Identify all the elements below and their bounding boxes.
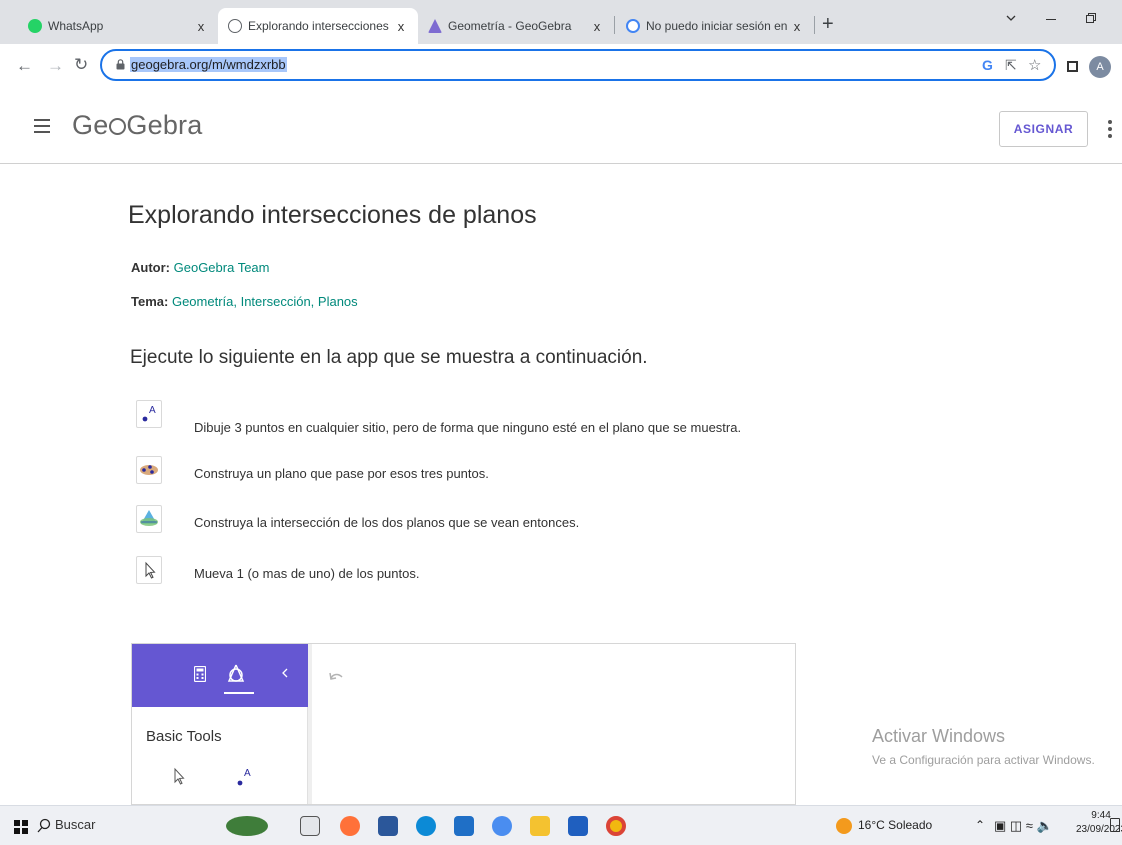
tab-separator <box>614 16 615 34</box>
geometry-tools-icon[interactable] <box>226 664 246 682</box>
move-tool-icon <box>136 556 162 584</box>
calculator-icon[interactable] <box>194 666 206 682</box>
browser-tab-strip: WhatsApp x Explorando intersecciones de … <box>0 0 1122 44</box>
instructions-heading: Ejecute lo siguiente en la app que se mu… <box>130 347 648 368</box>
tab-title: No puedo iniciar sesión en su cuenta <box>646 19 788 33</box>
logo-flower-icon <box>108 118 126 135</box>
geogebra-header: Ge Gebra ASIGNAR <box>0 92 1122 164</box>
weather-text[interactable]: 16°C Soleado <box>858 818 932 832</box>
tray-chevron-icon[interactable]: ⌃ <box>975 818 985 832</box>
whatsapp-icon <box>28 19 42 33</box>
author-label: Autor: <box>131 260 170 275</box>
page-title: Explorando intersecciones de planos <box>128 201 537 229</box>
widgets-icon[interactable] <box>226 816 268 836</box>
store-icon[interactable] <box>568 816 588 836</box>
weather-sun-icon[interactable] <box>836 818 852 834</box>
tray-system-icons[interactable]: ▣ ◫ ≈ 🔈 <box>994 818 1053 834</box>
undo-icon[interactable] <box>328 670 344 682</box>
tab-separator <box>814 16 815 34</box>
step-2-text: Construya un plano que pase por esos tre… <box>194 466 489 481</box>
share-icon[interactable]: ⇱ <box>1005 57 1017 74</box>
chrome-icon[interactable] <box>606 816 626 836</box>
topic-line: Tema: Geometría, Intersección, Planos <box>131 294 358 309</box>
bookmark-star-icon[interactable]: ☆ <box>1028 56 1041 74</box>
windows-start-icon[interactable] <box>14 820 28 834</box>
tab-search-chevron-icon[interactable] <box>1006 15 1016 22</box>
google-lens-icon[interactable]: G <box>982 57 993 73</box>
notifications-icon[interactable] <box>1110 818 1120 832</box>
topic-links[interactable]: Geometría, Intersección, Planos <box>172 294 358 309</box>
move-tool-icon[interactable] <box>172 767 188 789</box>
new-tab-button[interactable]: + <box>822 14 834 34</box>
back-icon[interactable]: ← <box>16 56 33 76</box>
intersect-planes-icon <box>136 505 162 533</box>
activate-windows-title: Activar Windows <box>872 726 1006 746</box>
topic-label: Tema: <box>131 294 169 309</box>
windows-taskbar: Buscar 16°C Soleado ⌃ ▣ ◫ ≈ 🔈 9:44 23/09… <box>0 805 1122 845</box>
tab-close-icon[interactable]: x <box>588 19 606 34</box>
google-icon <box>626 19 640 33</box>
point-tool-icon[interactable]: A <box>232 765 256 789</box>
file-explorer-icon[interactable] <box>530 816 550 836</box>
geogebra-logo[interactable]: Ge Gebra <box>72 110 202 141</box>
author-link[interactable]: GeoGebra Team <box>174 260 270 275</box>
forward-icon[interactable]: → <box>47 56 64 76</box>
assign-button[interactable]: ASIGNAR <box>999 111 1088 147</box>
reload-icon[interactable]: ↻ <box>74 55 88 75</box>
tab-title: Geometría - GeoGebra <box>448 19 572 33</box>
browser-toolbar: ← → ↻ geogebra.org/m/wmdzxrbb G ⇱ ☆ A <box>0 44 1122 92</box>
lock-icon[interactable] <box>116 59 125 70</box>
author-line: Autor: GeoGebra Team <box>131 260 270 275</box>
tab-close-icon[interactable]: x <box>392 19 410 34</box>
mail-icon[interactable] <box>454 816 474 836</box>
task-view-icon[interactable] <box>300 816 320 836</box>
graphics-view[interactable] <box>308 644 795 804</box>
step-3-text: Construya la intersección de los dos pla… <box>194 515 580 530</box>
tab-close-icon[interactable]: x <box>788 19 806 34</box>
address-bar[interactable]: geogebra.org/m/wmdzxrbb G ⇱ ☆ <box>100 49 1056 81</box>
point-tool-icon: A <box>136 400 162 428</box>
geogebra-applet[interactable]: Basic Tools A <box>131 643 796 805</box>
svg-text:A: A <box>149 405 156 416</box>
logo-text-end: Gebra <box>126 110 203 140</box>
tab-title: WhatsApp <box>48 19 104 33</box>
activate-windows-subtitle: Ve a Configuración para activar Windows. <box>872 753 1095 767</box>
tools-panel: Basic Tools A <box>132 707 308 804</box>
step-4-text: Mueva 1 (o mas de uno) de los puntos. <box>194 566 420 581</box>
firefox-icon[interactable] <box>340 816 360 836</box>
side-panel-icon[interactable] <box>1067 61 1078 72</box>
word-icon[interactable] <box>378 816 398 836</box>
collapse-chevron-icon[interactable] <box>282 668 288 678</box>
tab-login-help[interactable]: No puedo iniciar sesión en su cuenta x <box>616 8 814 44</box>
svg-text:A: A <box>244 768 251 779</box>
geogebra-icon <box>228 19 242 33</box>
taskbar-search-label[interactable]: Buscar <box>55 817 95 832</box>
tab-close-icon[interactable]: x <box>192 19 210 34</box>
more-options-icon[interactable] <box>1108 120 1112 141</box>
basic-tools-heading: Basic Tools <box>146 728 222 745</box>
applet-toolbar <box>132 644 308 707</box>
tab-geometria[interactable]: Geometría - GeoGebra x <box>418 8 614 44</box>
menu-icon[interactable] <box>34 119 50 137</box>
tab-title: Explorando intersecciones de planos <box>248 19 392 33</box>
step-1-text: Dibuje 3 puntos en cualquier sitio, pero… <box>194 420 742 435</box>
profile-avatar[interactable]: A <box>1089 56 1111 78</box>
url-text[interactable]: geogebra.org/m/wmdzxrbb <box>130 57 287 72</box>
logo-text-start: Ge <box>72 110 109 140</box>
restore-icon[interactable] <box>1086 13 1096 23</box>
geometry-icon <box>428 19 442 33</box>
tab-whatsapp[interactable]: WhatsApp x <box>18 8 218 44</box>
search-icon[interactable] <box>37 818 51 833</box>
chrome-profile-icon[interactable] <box>492 816 512 836</box>
tab-explorando[interactable]: Explorando intersecciones de planos x <box>218 8 418 44</box>
minimize-icon[interactable] <box>1046 19 1056 20</box>
active-tab-indicator <box>224 692 254 694</box>
edge-icon[interactable] <box>416 816 436 836</box>
plane-through-points-icon <box>136 456 162 484</box>
